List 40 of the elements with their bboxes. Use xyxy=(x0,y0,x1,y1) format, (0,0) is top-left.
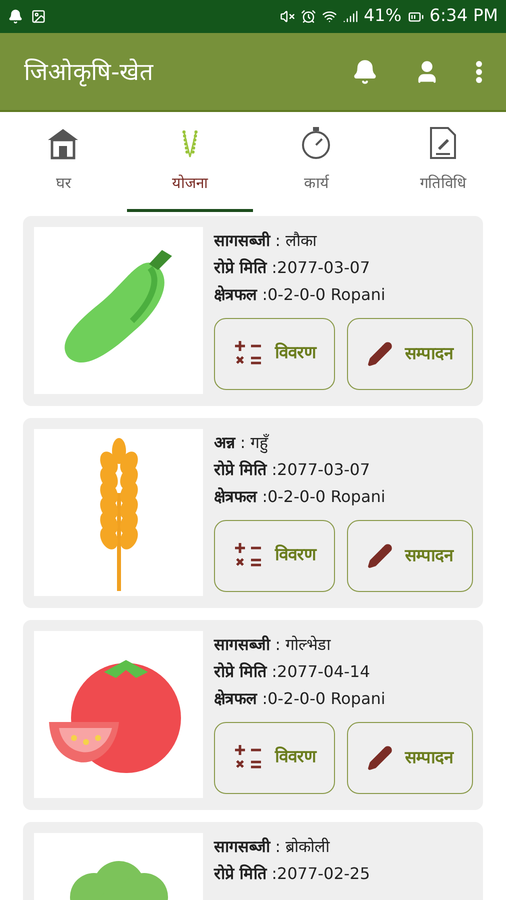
signal-icon xyxy=(342,9,358,24)
crop-detail: क्षेत्रफल :0-2-0-0 Ropani xyxy=(214,486,386,508)
details-button[interactable]: विवरण xyxy=(214,520,335,592)
crop-detail: रोप्रे मिति :2077-04-14 xyxy=(214,661,372,683)
crop-detail: क्षेत्रफल :0-2-0-0 Ropani xyxy=(214,688,386,710)
crop-detail: सागसब्जी : ब्रोकोली xyxy=(214,836,331,858)
house-icon xyxy=(46,126,80,160)
mute-icon xyxy=(280,9,295,24)
edit-button[interactable]: सम्पादन xyxy=(347,520,473,592)
stopwatch-icon xyxy=(300,126,332,160)
clock-time: 6:34 PM xyxy=(430,4,498,28)
crop-detail: रोप्रे मिति :2077-03-07 xyxy=(214,257,372,279)
crop-detail: रोप्रे मिति :2077-03-07 xyxy=(214,459,372,481)
notifications-button[interactable] xyxy=(352,58,378,84)
battery-percent: 41% xyxy=(364,4,402,28)
pencil-icon xyxy=(367,543,393,569)
edit-button[interactable]: सम्पादन xyxy=(347,318,473,390)
crop-detail: अन्न : गहुँ xyxy=(214,432,270,456)
nav-tab[interactable]: योजना xyxy=(126,112,253,212)
pencil-icon xyxy=(367,745,393,771)
bell-icon xyxy=(352,58,378,84)
more-icon xyxy=(476,60,482,82)
document-icon xyxy=(428,126,458,160)
app-title: जिओकृषि-खेत xyxy=(24,56,155,88)
nav-tab[interactable]: कार्य xyxy=(253,112,380,212)
crop-detail: रोप्रे मिति :2077-02-25 xyxy=(214,863,372,885)
notification-icon xyxy=(8,9,23,24)
pencil-icon xyxy=(367,341,393,367)
crop-detail: सागसब्जी : लौका xyxy=(214,230,318,252)
nav-tab[interactable]: गतिविधि xyxy=(380,112,506,212)
nav-tab[interactable]: घर xyxy=(0,112,126,212)
edit-button[interactable]: सम्पादन xyxy=(347,722,473,794)
crop-detail: सागसब्जी : गोल्भेडा xyxy=(214,634,332,656)
crop-detail: क्षेत्रफल :0-2-0-0 Ropani xyxy=(214,284,386,306)
details-button[interactable]: विवरण xyxy=(214,318,335,390)
wifi-icon xyxy=(322,9,337,24)
details-button[interactable]: विवरण xyxy=(214,722,335,794)
more-menu-button[interactable] xyxy=(476,60,482,82)
alarm-icon xyxy=(300,9,316,24)
image-icon xyxy=(31,9,46,24)
